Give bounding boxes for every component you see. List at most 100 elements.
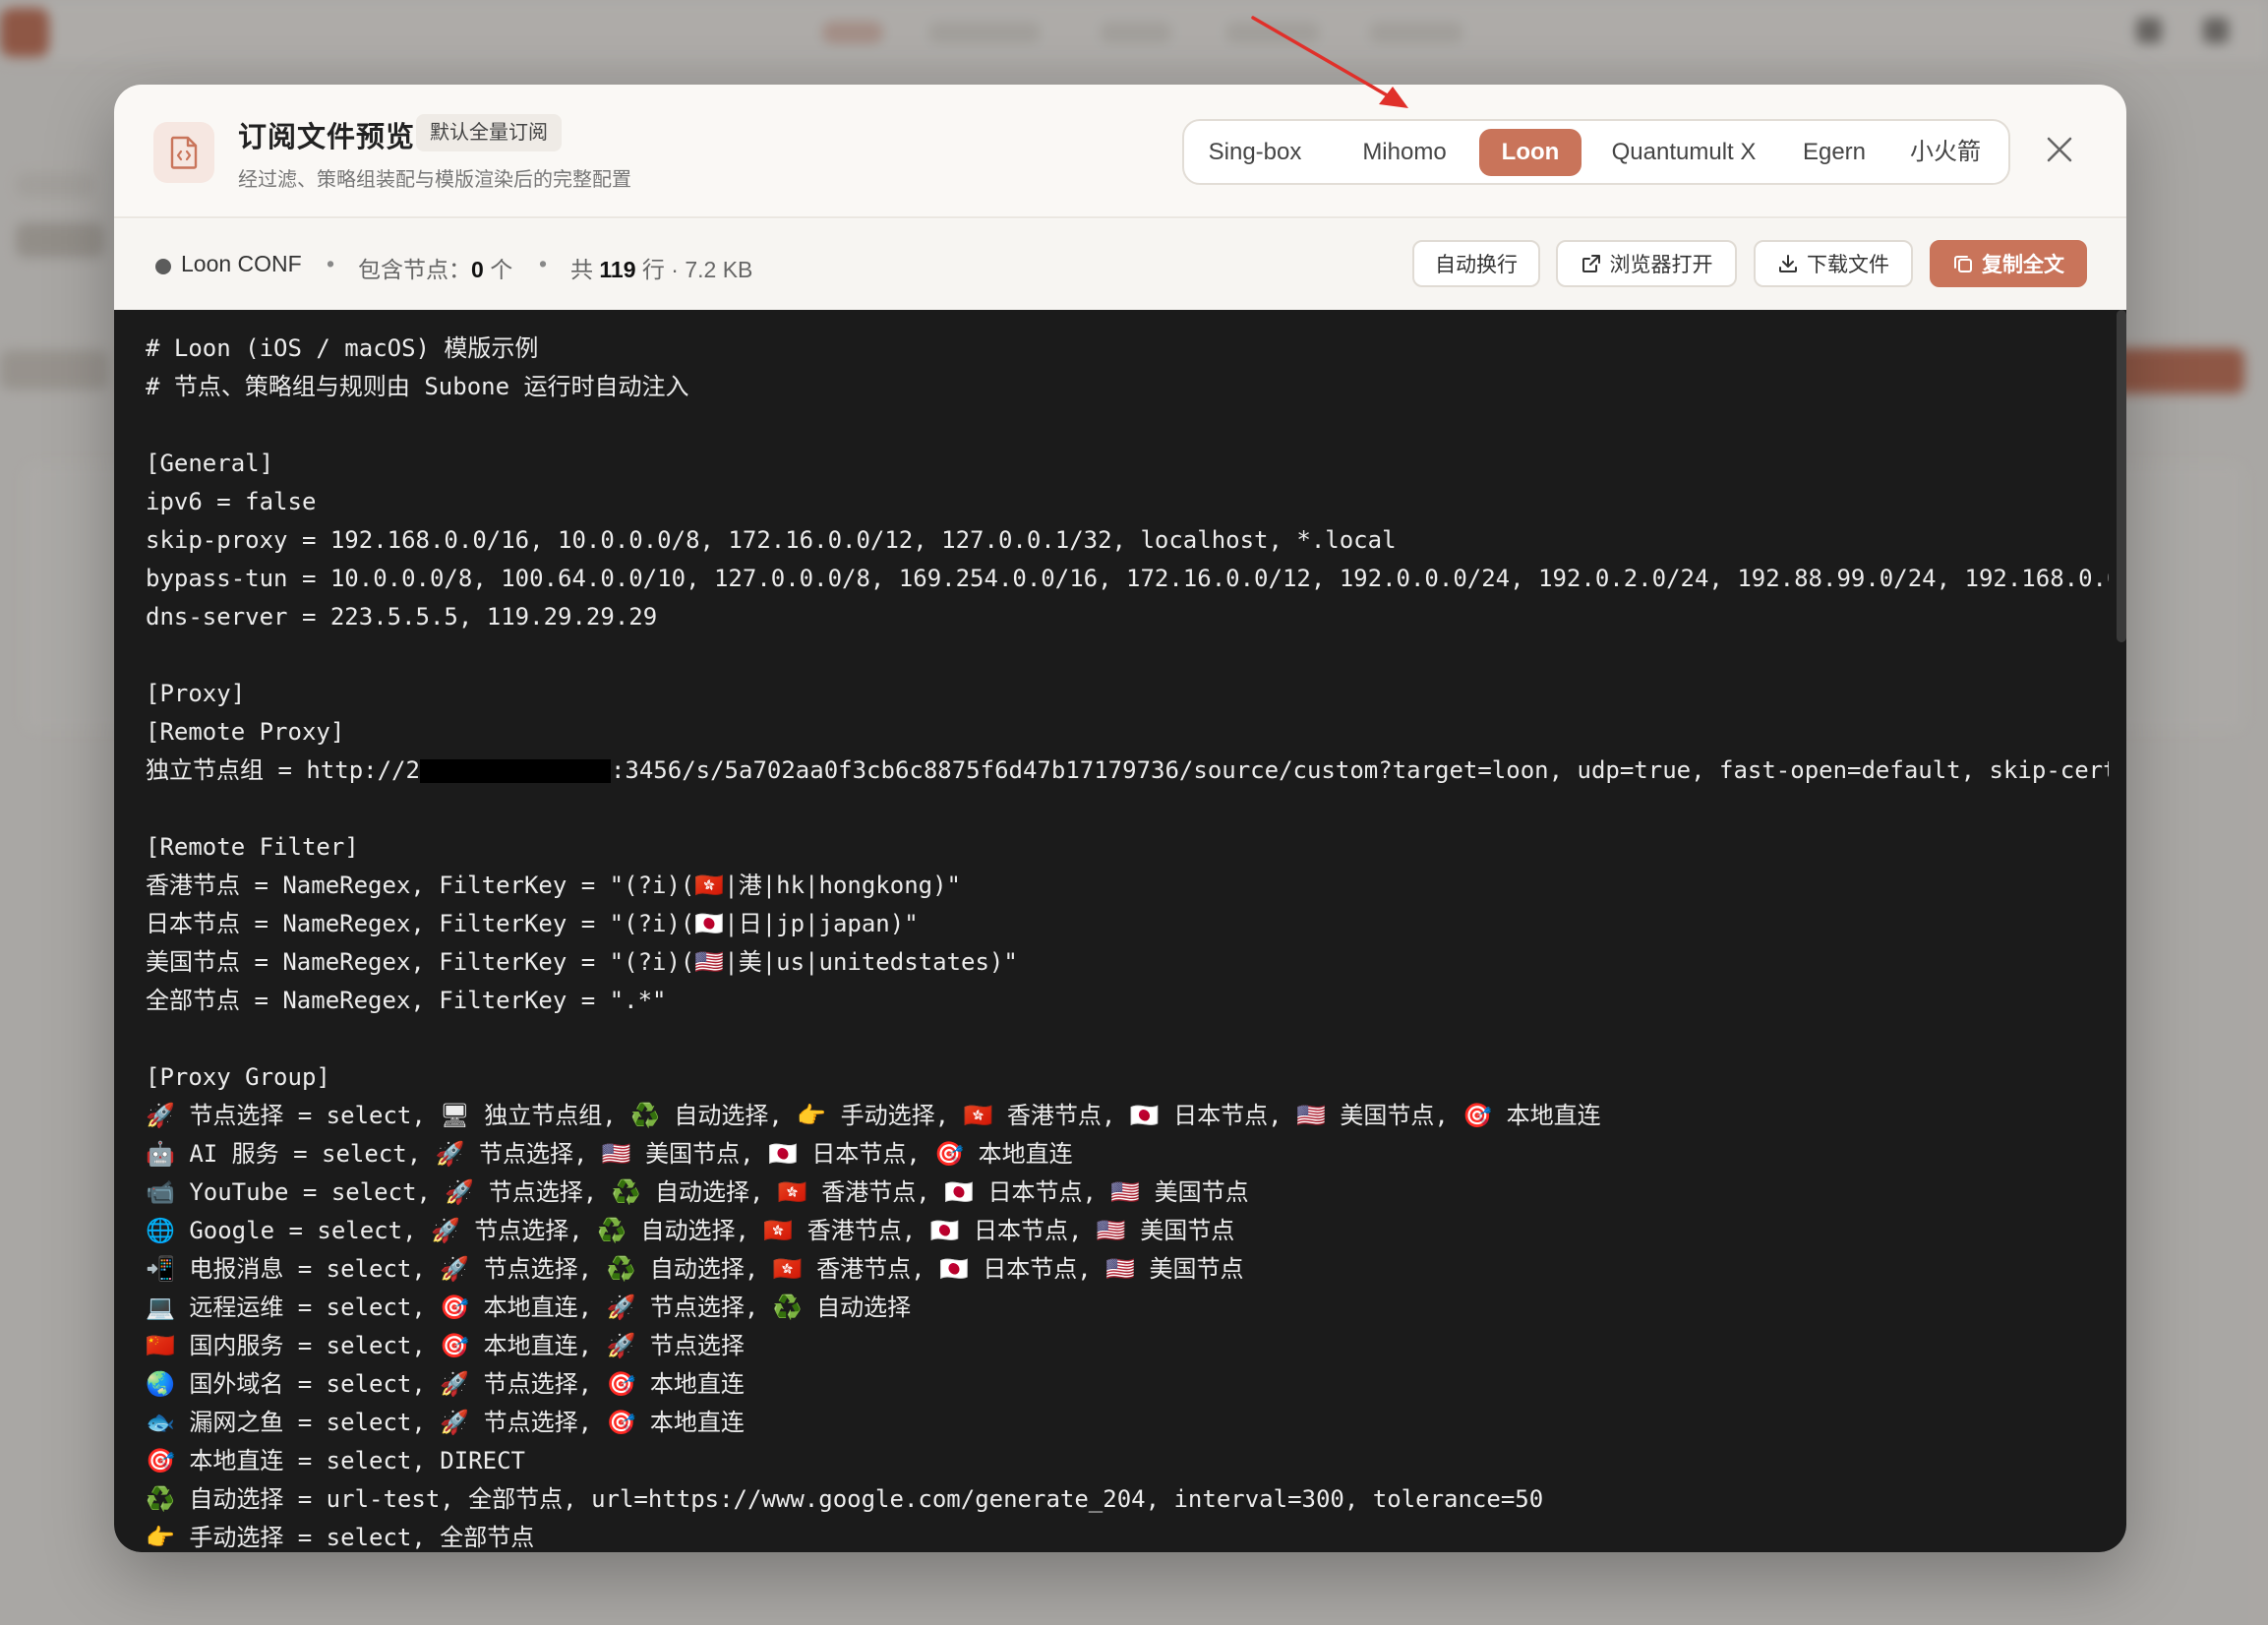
separator: • [327, 251, 335, 276]
tab-shadowrocket[interactable]: 小火箭 [1894, 129, 1997, 176]
tab-mihomo[interactable]: Mihomo [1353, 129, 1456, 176]
code-line: 👉 手动选择 = select, 全部节点 [146, 1519, 2109, 1552]
code-line: [Remote Proxy] [146, 713, 2109, 752]
code-line-text: 👉 手动选择 = select, 全部节点 [146, 1524, 535, 1551]
external-link-icon [1582, 255, 1600, 272]
code-line: 🚀 节点选择 = select, 🖥 独立节点组, ♻️ 自动选择, 👉 手动选… [146, 1097, 2109, 1135]
format-label: Loon CONF [181, 251, 302, 276]
code-scrollbar[interactable] [2117, 310, 2126, 642]
line-count: 共 119 行 · 7.2 KB [570, 251, 752, 284]
code-line-url-tail: :3456/s/5a702aa0f3cb6c8875f6d47b17179736… [610, 756, 2109, 784]
preview-modal: 订阅文件预览 默认全量订阅 经过滤、策略组装配与模版渲染后的完整配置 Sing-… [114, 85, 2126, 1552]
download-icon [1779, 255, 1797, 272]
close-icon [2047, 137, 2072, 162]
code-line-text: 独立节点组 = http://2 [146, 756, 420, 784]
config-code-view[interactable]: # Loon (iOS / macOS) 模版示例 # 节点、策略组与规则由 Su… [114, 310, 2126, 1552]
lines-unit: 行 [641, 257, 665, 282]
code-line: [General] [146, 445, 2109, 483]
code-line: 🇨🇳 国内服务 = select, 🎯 本地直连, 🚀 节点选择 [146, 1327, 2109, 1365]
download-file-button[interactable]: 下载文件 [1754, 240, 1913, 287]
code-line-text: [Proxy Group] [146, 1063, 330, 1091]
tab-egern[interactable]: Egern [1790, 129, 1879, 176]
code-line-text: [Remote Filter] [146, 833, 359, 861]
code-line: 📹 YouTube = select, 🚀 节点选择, ♻️ 自动选择, 🇭🇰 … [146, 1174, 2109, 1212]
code-lines: # Loon (iOS / macOS) 模版示例 # 节点、策略组与规则由 Su… [146, 330, 2109, 1552]
tab-loon[interactable]: Loon [1479, 129, 1582, 176]
nodes-count: 包含节点：0 个 [358, 251, 512, 284]
auto-wrap-button[interactable]: 自动换行 [1412, 240, 1540, 287]
copy-all-button[interactable]: 复制全文 [1930, 240, 2087, 287]
code-line-text: 香港节点 = NameRegex, FilterKey = "(?i)(🇭🇰|港… [146, 872, 961, 899]
code-line-text: 🌐 Google = select, 🚀 节点选择, ♻️ 自动选择, 🇭🇰 香… [146, 1217, 1235, 1244]
modal-header: 订阅文件预览 默认全量订阅 经过滤、策略组装配与模版渲染后的完整配置 Sing-… [114, 85, 2126, 218]
open-in-browser-label: 浏览器打开 [1609, 254, 1713, 276]
code-line: ipv6 = false [146, 483, 2109, 521]
auto-wrap-label: 自动换行 [1435, 254, 1518, 276]
code-line-text: 美国节点 = NameRegex, FilterKey = "(?i)(🇺🇸|美… [146, 948, 1018, 976]
code-line: # 节点、策略组与规则由 Subone 运行时自动注入 [146, 368, 2109, 406]
separator: • [539, 251, 548, 276]
annotation-arrow-icon [1251, 16, 1408, 108]
code-line-text: 全部节点 = NameRegex, FilterKey = ".*" [146, 987, 667, 1014]
code-line: 🎯 本地直连 = select, DIRECT [146, 1442, 2109, 1480]
file-code-icon [153, 122, 214, 183]
code-line-text: 🎯 本地直连 = select, DIRECT [146, 1447, 525, 1475]
code-line-text: [General] [146, 450, 274, 477]
code-line-text: 📹 YouTube = select, 🚀 节点选择, ♻️ 自动选择, 🇭🇰 … [146, 1178, 1249, 1206]
code-line-text: 💻 远程运维 = select, 🎯 本地直连, 🚀 节点选择, ♻️ 自动选择 [146, 1294, 912, 1321]
code-line-text: [Remote Proxy] [146, 718, 345, 746]
code-line-text: 🚀 节点选择 = select, 🖥 独立节点组, ♻️ 自动选择, 👉 手动选… [146, 1102, 1601, 1129]
lines-prefix: 共 [570, 257, 593, 282]
code-line: dns-server = 223.5.5.5, 119.29.29.29 [146, 598, 2109, 636]
tab-quantumult-x[interactable]: Quantumult X [1597, 129, 1770, 176]
subscription-badge: 默认全量订阅 [416, 114, 562, 151]
code-line: [Remote Filter] [146, 828, 2109, 867]
code-line-text: 🤖 AI 服务 = select, 🚀 节点选择, 🇺🇸 美国节点, 🇯🇵 日本… [146, 1140, 1073, 1168]
nodes-value: 0 [471, 257, 484, 282]
code-line: [Proxy] [146, 675, 2109, 713]
code-line-text: 🇨🇳 国内服务 = select, 🎯 本地直连, 🚀 节点选择 [146, 1332, 745, 1359]
modal-subtitle: 经过滤、策略组装配与模版渲染后的完整配置 [238, 169, 631, 191]
code-line: skip-proxy = 192.168.0.0/16, 10.0.0.0/8,… [146, 521, 2109, 560]
code-line: 美国节点 = NameRegex, FilterKey = "(?i)(🇺🇸|美… [146, 943, 2109, 982]
info-bar: Loon CONF • 包含节点：0 个 • 共 119 行 · 7.2 KB … [114, 219, 2126, 310]
code-line: ♻️ 自动选择 = url-test, 全部节点, url=https://ww… [146, 1480, 2109, 1519]
code-line: 💻 远程运维 = select, 🎯 本地直连, 🚀 节点选择, ♻️ 自动选择 [146, 1289, 2109, 1327]
code-line: 🐟 漏网之鱼 = select, 🚀 节点选择, 🎯 本地直连 [146, 1404, 2109, 1442]
code-line: 独立节点组 = http://2 :3456/s/5a702aa0f3cb6c88… [146, 752, 2109, 790]
code-line-text: ♻️ 自动选择 = url-test, 全部节点, url=https://ww… [146, 1485, 1544, 1513]
code-line-text: skip-proxy = 192.168.0.0/16, 10.0.0.0/8,… [146, 526, 1397, 554]
code-line: [Proxy Group] [146, 1058, 2109, 1097]
download-file-label: 下载文件 [1807, 254, 1889, 276]
nodes-unit: 个 [490, 257, 513, 282]
tab-sing-box[interactable]: Sing-box [1198, 129, 1312, 176]
code-line: # Loon (iOS / macOS) 模版示例 [146, 330, 2109, 368]
copy-icon [1954, 256, 1972, 272]
code-line-text: bypass-tun = 10.0.0.0/8, 100.64.0.0/10, … [146, 565, 2109, 592]
code-line-text: [Proxy] [146, 680, 246, 707]
open-in-browser-button[interactable]: 浏览器打开 [1556, 240, 1737, 287]
code-line: 🤖 AI 服务 = select, 🚀 节点选择, 🇺🇸 美国节点, 🇯🇵 日本… [146, 1135, 2109, 1174]
code-line: bypass-tun = 10.0.0.0/8, 100.64.0.0/10, … [146, 560, 2109, 598]
redacted-host-block [419, 759, 611, 783]
code-line-text: 🐟 漏网之鱼 = select, 🚀 节点选择, 🎯 本地直连 [146, 1409, 745, 1436]
code-line-text: ipv6 = false [146, 488, 317, 515]
file-size: · 7.2 KB [671, 257, 753, 282]
format-tabs: Sing-box Mihomo Loon Quantumult X Egern … [1182, 119, 2010, 185]
code-line-text: 📲 电报消息 = select, 🚀 节点选择, ♻️ 自动选择, 🇭🇰 香港节… [146, 1255, 1244, 1283]
code-line-text: # 节点、策略组与规则由 Subone 运行时自动注入 [146, 373, 689, 400]
code-line: 🌏 国外域名 = select, 🚀 节点选择, 🎯 本地直连 [146, 1365, 2109, 1404]
code-line: 日本节点 = NameRegex, FilterKey = "(?i)(🇯🇵|日… [146, 905, 2109, 943]
code-line: 🌐 Google = select, 🚀 节点选择, ♻️ 自动选择, 🇭🇰 香… [146, 1212, 2109, 1250]
modal-title: 订阅文件预览 [238, 122, 416, 153]
lines-value: 119 [599, 257, 636, 282]
code-line: 香港节点 = NameRegex, FilterKey = "(?i)(🇭🇰|港… [146, 867, 2109, 905]
nodes-label: 包含节点： [358, 257, 471, 282]
code-line-text: 🌏 国外域名 = select, 🚀 节点选择, 🎯 本地直连 [146, 1370, 745, 1398]
close-button[interactable] [2038, 128, 2081, 171]
code-line: 全部节点 = NameRegex, FilterKey = ".*" [146, 982, 2109, 1020]
